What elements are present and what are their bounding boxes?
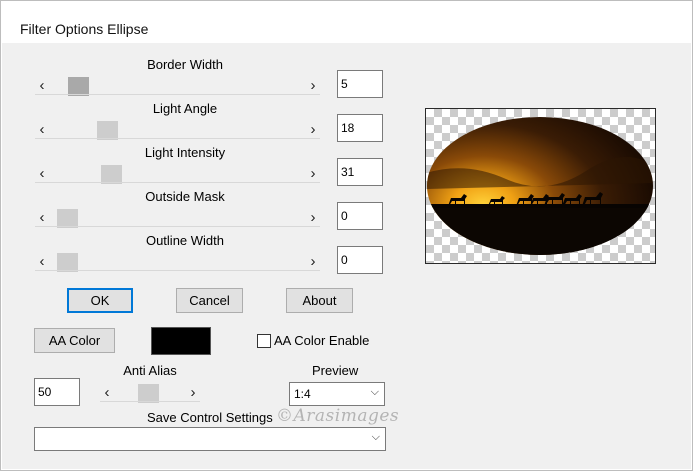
sunset-horses-image [427,117,653,255]
save-control-settings-select[interactable]: ⌵ [34,427,386,451]
about-button[interactable]: About [286,288,353,313]
outline-width-label: Outline Width [145,233,225,248]
outline-width-decrease-arrow-icon[interactable]: ‹ [35,254,49,270]
light-intensity-label: Light Intensity [144,145,226,160]
outside-mask-slider[interactable]: ‹ › [35,209,320,228]
outline-width-slider[interactable]: ‹ › [35,253,320,272]
light-intensity-input[interactable] [337,158,383,186]
ok-button[interactable]: OK [67,288,133,313]
light-angle-decrease-arrow-icon[interactable]: ‹ [35,122,49,138]
dialog-body: Border Width ‹ › Light Angle ‹ › Light I… [2,43,691,469]
save-control-settings-label: Save Control Settings [147,410,273,425]
preview-zoom-value: 1:4 [294,387,311,401]
preview-label: Preview [312,363,359,378]
arasimages-watermark: ©Arasimages [276,406,400,426]
border-width-label: Border Width [147,57,223,72]
border-width-slider[interactable]: ‹ › [35,77,320,96]
outline-width-input[interactable] [337,246,383,274]
outline-width-increase-arrow-icon[interactable]: › [306,254,320,270]
preview-zoom-select[interactable]: 1:4 ⌵ [289,382,385,406]
light-angle-slider[interactable]: ‹ › [35,121,320,140]
anti-alias-decrease-arrow-icon[interactable]: ‹ [100,385,114,401]
aa-color-button[interactable]: AA Color [34,328,115,353]
anti-alias-increase-arrow-icon[interactable]: › [186,385,200,401]
light-angle-label: Light Angle [152,101,218,116]
light-angle-input[interactable] [337,114,383,142]
outside-mask-decrease-arrow-icon[interactable]: ‹ [35,210,49,226]
light-angle-increase-arrow-icon[interactable]: › [306,122,320,138]
border-width-decrease-arrow-icon[interactable]: ‹ [35,78,49,94]
anti-alias-label: Anti Alias [123,363,177,378]
anti-alias-slider[interactable]: ‹ › [100,384,200,403]
outside-mask-label: Outside Mask [145,189,225,204]
cancel-button[interactable]: Cancel [176,288,243,313]
outside-mask-increase-arrow-icon[interactable]: › [306,210,320,226]
anti-alias-input[interactable] [34,378,80,406]
title-bar: Filter Options Ellipse [2,2,691,43]
aa-color-enable-checkbox[interactable] [257,334,271,348]
light-intensity-slider[interactable]: ‹ › [35,165,320,184]
window-title: Filter Options Ellipse [20,21,149,37]
chevron-down-icon[interactable]: ⌵ [372,431,380,444]
preview-image [425,108,656,264]
border-width-increase-arrow-icon[interactable]: › [306,78,320,94]
aa-color-enable-label: AA Color Enable [274,333,370,348]
chevron-down-icon[interactable]: ⌵ [371,386,379,399]
outside-mask-input[interactable] [337,202,383,230]
dialog-window: Filter Options Ellipse Border Width ‹ › … [0,0,693,471]
aa-color-swatch[interactable] [151,327,211,355]
border-width-input[interactable] [337,70,383,98]
light-intensity-decrease-arrow-icon[interactable]: ‹ [35,166,49,182]
light-intensity-increase-arrow-icon[interactable]: › [306,166,320,182]
